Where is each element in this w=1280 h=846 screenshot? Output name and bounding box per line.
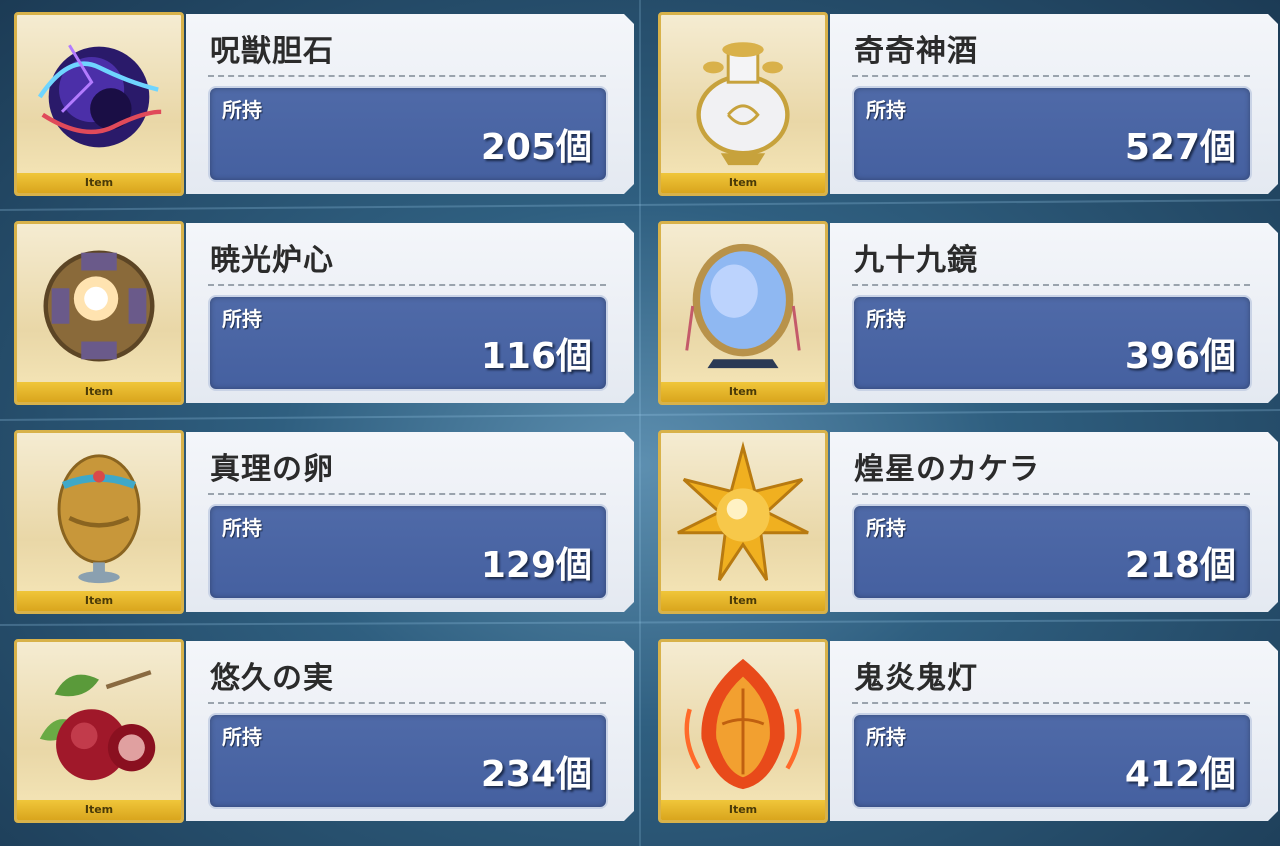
item-tag: Item: [17, 382, 181, 402]
item-thumbnail: Item: [658, 639, 828, 823]
item-name: 煌星のカケラ: [854, 452, 1040, 487]
item-tag: Item: [661, 591, 825, 611]
item-tag: Item: [661, 382, 825, 402]
owned-label: 所持: [222, 725, 262, 749]
item-info-panel: 奇奇神酒 所持 527個: [830, 14, 1278, 194]
owned-label: 所持: [866, 725, 906, 749]
item-tag: Item: [661, 173, 825, 193]
item-card[interactable]: Item 煌星のカケラ 所持 218個: [658, 430, 1278, 618]
item-card[interactable]: Item 真理の卵 所持 129個: [14, 430, 634, 618]
item-card[interactable]: Item 九十九鏡 所持 396個: [658, 221, 1278, 409]
item-info-panel: 呪獣胆石 所持 205個: [186, 14, 634, 194]
owned-count-box: 所持 527個: [852, 86, 1252, 182]
owned-count: 527個: [1124, 127, 1236, 168]
cursed-beast-gallstone-icon: [37, 44, 162, 148]
item-info-panel: 煌星のカケラ 所持 218個: [830, 432, 1278, 612]
owned-label: 所持: [222, 516, 262, 540]
item-info-panel: 真理の卵 所持 129個: [186, 432, 634, 612]
owned-count: 116個: [480, 336, 592, 377]
divider: [208, 284, 606, 286]
item-tag: Item: [661, 800, 825, 820]
owned-count-box: 所持 116個: [208, 295, 608, 391]
item-name: 真理の卵: [210, 452, 334, 487]
owned-label: 所持: [866, 98, 906, 122]
item-card[interactable]: Item 鬼炎鬼灯 所持 412個: [658, 639, 1278, 827]
item-thumbnail: Item: [658, 430, 828, 614]
item-card[interactable]: Item 暁光炉心 所持 116個: [14, 221, 634, 409]
item-thumbnail: Item: [14, 12, 184, 196]
divider: [852, 284, 1250, 286]
item-info-panel: 鬼炎鬼灯 所持 412個: [830, 641, 1278, 821]
item-thumbnail: Item: [658, 12, 828, 196]
owned-count-box: 所持 205個: [208, 86, 608, 182]
owned-count-box: 所持 412個: [852, 713, 1252, 809]
dawnlight-reactor-core-icon: [43, 250, 155, 362]
divine-wine-vase-icon: [696, 42, 790, 166]
divider: [852, 702, 1250, 704]
owned-count-box: 所持 396個: [852, 295, 1252, 391]
item-thumbnail: Item: [14, 639, 184, 823]
item-name: 奇奇神酒: [854, 34, 978, 69]
item-info-panel: 暁光炉心 所持 116個: [186, 223, 634, 403]
item-thumbnail: Item: [14, 430, 184, 614]
item-card[interactable]: Item 悠久の実 所持 234個: [14, 639, 634, 827]
owned-label: 所持: [866, 307, 906, 331]
owned-count: 412個: [1124, 754, 1236, 795]
lantern-flame-icon: [684, 658, 802, 790]
egg-of-truth-icon: [57, 454, 141, 584]
item-name: 鬼炎鬼灯: [854, 661, 978, 696]
item-name: 悠久の実: [210, 661, 334, 696]
divider: [852, 75, 1250, 77]
item-thumbnail: Item: [14, 221, 184, 405]
item-name: 呪獣胆石: [210, 34, 334, 69]
owned-count-box: 所持 129個: [208, 504, 608, 600]
owned-count-box: 所持 218個: [852, 504, 1252, 600]
mirror-icon: [685, 243, 801, 369]
item-card[interactable]: Item 奇奇神酒 所持 527個: [658, 12, 1278, 200]
star-shard-icon: [677, 441, 809, 581]
owned-label: 所持: [222, 98, 262, 122]
item-thumbnail: Item: [658, 221, 828, 405]
owned-count: 234個: [480, 754, 592, 795]
item-info-panel: 悠久の実 所持 234個: [186, 641, 634, 821]
item-name: 九十九鏡: [854, 243, 978, 278]
fig-fruit-icon: [39, 670, 156, 781]
owned-count: 205個: [480, 127, 592, 168]
divider: [208, 493, 606, 495]
owned-label: 所持: [866, 516, 906, 540]
owned-count: 396個: [1124, 336, 1236, 377]
owned-count-box: 所持 234個: [208, 713, 608, 809]
item-info-panel: 九十九鏡 所持 396個: [830, 223, 1278, 403]
item-tag: Item: [17, 173, 181, 193]
owned-label: 所持: [222, 307, 262, 331]
item-tag: Item: [17, 800, 181, 820]
item-card[interactable]: Item 呪獣胆石 所持 205個: [14, 12, 634, 200]
owned-count: 129個: [480, 545, 592, 586]
divider: [208, 75, 606, 77]
item-name: 暁光炉心: [210, 243, 334, 278]
divider: [852, 493, 1250, 495]
divider: [208, 702, 606, 704]
owned-count: 218個: [1124, 545, 1236, 586]
item-tag: Item: [17, 591, 181, 611]
